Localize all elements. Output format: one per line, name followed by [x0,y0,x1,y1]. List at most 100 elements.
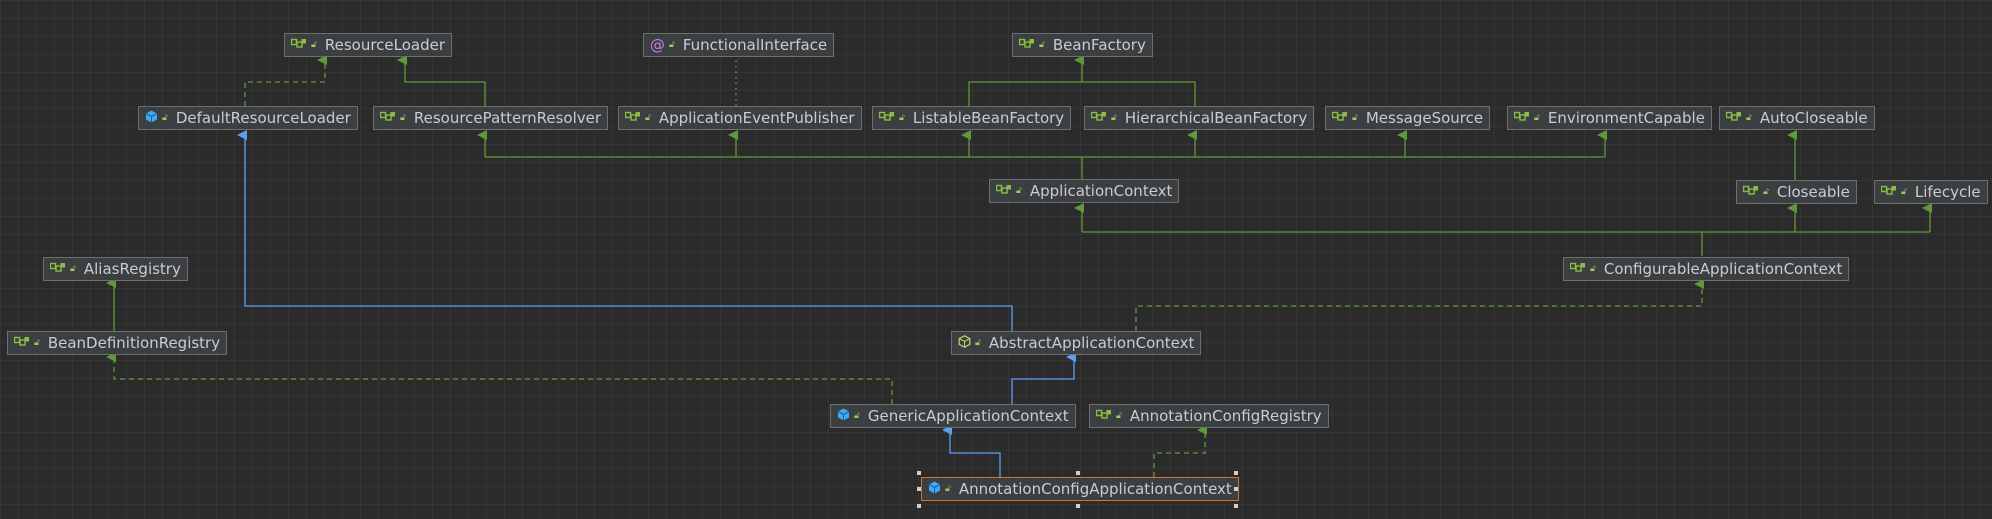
interface-icon [1513,107,1530,129]
node-generic-application-context[interactable]: 🔓︎ GenericApplicationContext [830,404,1076,428]
node-label: GenericApplicationContext [867,407,1069,425]
selection-handle-top-left[interactable] [917,471,921,475]
node-resource-pattern-resolver[interactable]: 🔓︎ ResourcePatternResolver [373,106,609,130]
selection-handle-top-center[interactable] [1076,471,1080,475]
node-default-resource-loader[interactable]: 🔓︎ DefaultResourceLoader [138,106,358,130]
node-label: HierarchicalBeanFactory [1124,109,1308,127]
node-label: AbstractApplicationContext [988,334,1195,352]
lock-icon: 🔓︎ [1352,112,1358,123]
interface-icon [49,258,66,280]
lock-icon: 🔓︎ [645,112,651,123]
interface-icon [1090,107,1107,129]
node-label: ListableBeanFactory [912,109,1065,127]
node-label: ResourcePatternResolver [413,109,602,127]
selection-handle-bottom-center[interactable] [1076,504,1080,508]
class-icon [837,405,850,427]
lock-icon: 🔓︎ [945,483,951,494]
node-label: BeanDefinitionRegistry [47,334,221,352]
edge-listablebeanfactory-beanfactory [968,55,1084,106]
interface-icon [1880,181,1897,203]
edge-abstractcontext-defaultresourceloader [237,130,1013,331]
diagram-canvas[interactable]: 🔓︎ ResourceLoader @ 🔓︎ FunctionalInterfac… [0,0,1992,519]
edge-annotationcontext-genericcontext [942,425,1001,477]
node-annotation-config-application-context[interactable]: 🔓︎ AnnotationConfigApplicationContext [921,477,1239,501]
edge-defaultresourceloader-resourceloader [244,55,327,106]
interface-icon [1569,258,1586,280]
lock-icon: 🔓︎ [1763,186,1769,197]
node-label: ResourceLoader [324,36,446,54]
node-bean-definition-registry[interactable]: 🔓︎ BeanDefinitionRegistry [7,331,228,355]
node-label: Lifecycle [1914,183,1981,201]
interface-icon [379,107,396,129]
node-lifecycle[interactable]: 🔓︎ Lifecycle [1874,180,1988,204]
lock-icon: 🔓︎ [162,112,168,123]
lock-icon: 🔓︎ [899,112,905,123]
lock-icon: 🔓︎ [1039,39,1045,50]
node-listable-bean-factory[interactable]: 🔓︎ ListableBeanFactory [872,106,1072,130]
lock-icon: 🔓︎ [854,410,860,421]
node-application-event-publisher[interactable]: 🔓︎ ApplicationEventPublisher [618,106,862,130]
lock-icon: 🔓︎ [1590,263,1596,274]
lock-icon: 🔓︎ [1016,185,1022,196]
interface-icon [290,34,307,56]
node-label: FunctionalInterface [682,36,828,54]
node-label: AnnotationConfigRegistry [1129,407,1322,425]
lock-icon: 🔓︎ [975,337,981,348]
node-closeable[interactable]: 🔓︎ Closeable [1736,180,1857,204]
node-label: Closeable [1776,183,1850,201]
interface-icon [878,107,895,129]
lock-icon: 🔓︎ [1111,112,1117,123]
node-bean-factory[interactable]: 🔓︎ BeanFactory [1012,33,1153,57]
annotation-icon: @ [650,35,665,54]
node-label: MessageSource [1365,109,1484,127]
interface-icon [1018,34,1035,56]
node-application-context[interactable]: 🔓︎ ApplicationContext [989,179,1180,203]
node-hierarchical-bean-factory[interactable]: 🔓︎ HierarchicalBeanFactory [1084,106,1315,130]
lock-icon: 🔓︎ [1746,112,1752,123]
edge-genericcontext-beandefinitionregistry [106,352,893,404]
lock-icon: 🔓︎ [1534,112,1540,123]
lock-icon: 🔓︎ [669,39,675,50]
selection-handle-middle-right[interactable] [1234,487,1238,491]
node-label: ConfigurableApplicationContext [1603,260,1843,278]
lock-icon: 🔓︎ [70,263,76,274]
selection-handle-middle-left[interactable] [917,487,921,491]
node-environment-capable[interactable]: 🔓︎ EnvironmentCapable [1507,106,1712,130]
node-label: ApplicationEventPublisher [658,109,855,127]
node-functional-interface[interactable]: @ 🔓︎ FunctionalInterface [643,33,835,57]
node-label: ApplicationContext [1029,182,1173,200]
class-icon [145,107,158,129]
node-label: AutoCloseable [1759,109,1868,127]
selection-handle-bottom-right[interactable] [1234,504,1238,508]
lock-icon: 🔓︎ [400,112,406,123]
interface-icon [1725,107,1742,129]
lock-icon: 🔓︎ [1116,410,1122,421]
interface-icon [13,332,30,354]
interface-icon [1331,107,1348,129]
interface-icon [1742,181,1759,203]
interface-icon [624,107,641,129]
interface-icon [1095,405,1112,427]
edge-genericcontext-abstractcontext [1011,352,1076,404]
node-label: EnvironmentCapable [1547,109,1705,127]
selection-handle-top-right[interactable] [1234,471,1238,475]
node-label: AliasRegistry [83,260,181,278]
node-auto-closeable[interactable]: 🔓︎ AutoCloseable [1719,106,1875,130]
lock-icon: 🔓︎ [34,337,40,348]
node-annotation-config-registry[interactable]: 🔓︎ AnnotationConfigRegistry [1089,404,1329,428]
node-alias-registry[interactable]: 🔓︎ AliasRegistry [43,257,188,281]
node-label: DefaultResourceLoader [175,109,351,127]
selection-handle-bottom-left[interactable] [917,504,921,508]
lock-icon: 🔓︎ [1901,186,1907,197]
node-resource-loader[interactable]: 🔓︎ ResourceLoader [284,33,453,57]
lock-icon: 🔓︎ [311,39,317,50]
node-abstract-application-context[interactable]: 🔓︎ AbstractApplicationContext [951,331,1202,355]
interface-icon [995,180,1012,202]
node-configurable-application-context[interactable]: 🔓︎ ConfigurableApplicationContext [1563,257,1850,281]
edge-resourcepatternresolver-resourceloader [397,55,486,106]
node-message-source[interactable]: 🔓︎ MessageSource [1325,106,1491,130]
class-icon [928,478,941,500]
edge-annotationcontext-annotationconfigregistry [1153,425,1207,477]
abstract-class-icon [958,332,971,354]
node-label: AnnotationConfigApplicationContext [958,480,1232,498]
